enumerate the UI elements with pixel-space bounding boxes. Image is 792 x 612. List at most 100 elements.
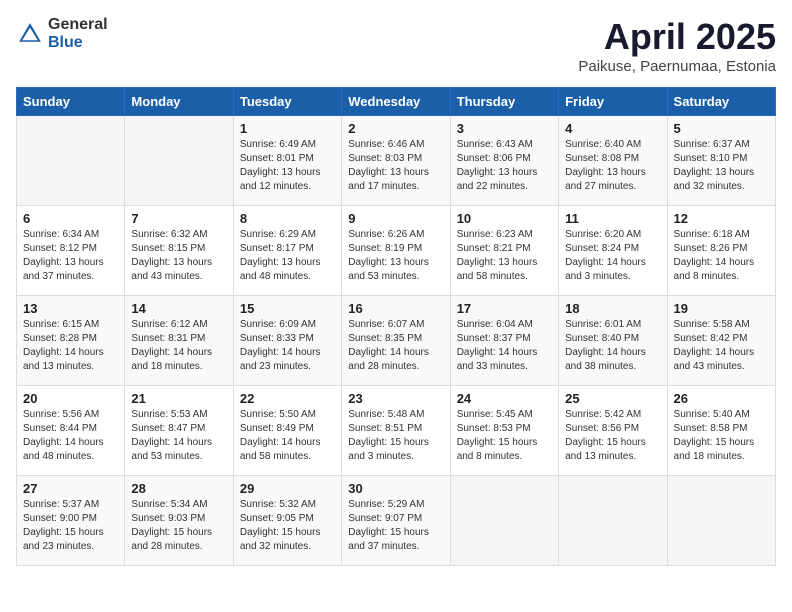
day-number: 27 [23, 481, 118, 496]
day-info: Sunrise: 6:43 AM Sunset: 8:06 PM Dayligh… [457, 138, 552, 194]
calendar-cell: 6 Sunrise: 6:34 AM Sunset: 8:12 PM Daylig… [17, 206, 125, 296]
calendar-cell: 15Sunrise: 6:09 AM Sunset: 8:33 PM Dayli… [233, 296, 341, 386]
day-info: Sunrise: 6:40 AM Sunset: 8:08 PM Dayligh… [565, 138, 660, 194]
day-info: Sunrise: 6:23 AM Sunset: 8:21 PM Dayligh… [457, 228, 552, 284]
calendar-cell [559, 476, 667, 566]
day-number: 13 [23, 301, 118, 316]
day-number: 8 [240, 211, 335, 226]
calendar-cell [125, 116, 233, 206]
day-number: 17 [457, 301, 552, 316]
weekday-header-sunday: Sunday [17, 88, 125, 116]
day-number: 7 [131, 211, 226, 226]
calendar-cell: 21Sunrise: 5:53 AM Sunset: 8:47 PM Dayli… [125, 386, 233, 476]
day-number: 12 [674, 211, 769, 226]
day-info: Sunrise: 5:45 AM Sunset: 8:53 PM Dayligh… [457, 408, 552, 464]
weekday-header-wednesday: Wednesday [342, 88, 450, 116]
day-info: Sunrise: 6:29 AM Sunset: 8:17 PM Dayligh… [240, 228, 335, 284]
day-number: 29 [240, 481, 335, 496]
day-info: Sunrise: 5:29 AM Sunset: 9:07 PM Dayligh… [348, 498, 443, 554]
calendar-cell: 24 Sunrise: 5:45 AM Sunset: 8:53 PM Dayli… [450, 386, 558, 476]
day-number: 6 [23, 211, 118, 226]
calendar-cell: 2 Sunrise: 6:46 AM Sunset: 8:03 PM Daylig… [342, 116, 450, 206]
calendar-cell: 28 Sunrise: 5:34 AM Sunset: 9:03 PM Dayli… [125, 476, 233, 566]
day-number: 20 [23, 391, 118, 406]
calendar-cell [667, 476, 775, 566]
day-number: 11 [565, 211, 660, 226]
calendar-week-row: 20 Sunrise: 5:56 AM Sunset: 8:44 PM Dayli… [17, 386, 776, 476]
day-number: 4 [565, 121, 660, 136]
day-number: 9 [348, 211, 443, 226]
weekday-header-tuesday: Tuesday [233, 88, 341, 116]
calendar-week-row: 1Sunrise: 6:49 AM Sunset: 8:01 PM Daylig… [17, 116, 776, 206]
calendar-cell [450, 476, 558, 566]
day-info: Sunrise: 5:34 AM Sunset: 9:03 PM Dayligh… [131, 498, 226, 554]
day-number: 5 [674, 121, 769, 136]
weekday-header-friday: Friday [559, 88, 667, 116]
calendar-cell: 16Sunrise: 6:07 AM Sunset: 8:35 PM Dayli… [342, 296, 450, 386]
day-number: 14 [131, 301, 226, 316]
day-info: Sunrise: 5:53 AM Sunset: 8:47 PM Dayligh… [131, 408, 226, 464]
logo-icon [16, 20, 44, 48]
day-info: Sunrise: 6:46 AM Sunset: 8:03 PM Dayligh… [348, 138, 443, 194]
calendar-cell: 26 Sunrise: 5:40 AM Sunset: 8:58 PM Dayli… [667, 386, 775, 476]
calendar-cell: 23 Sunrise: 5:48 AM Sunset: 8:51 PM Dayli… [342, 386, 450, 476]
day-number: 10 [457, 211, 552, 226]
day-number: 25 [565, 391, 660, 406]
calendar-cell: 18 Sunrise: 6:01 AM Sunset: 8:40 PM Dayli… [559, 296, 667, 386]
calendar-cell: 27 Sunrise: 5:37 AM Sunset: 9:00 PM Dayli… [17, 476, 125, 566]
day-number: 28 [131, 481, 226, 496]
day-info: Sunrise: 5:50 AM Sunset: 8:49 PM Dayligh… [240, 408, 335, 464]
day-info: Sunrise: 6:12 AM Sunset: 8:31 PM Dayligh… [131, 318, 226, 374]
day-info: Sunrise: 5:58 AM Sunset: 8:42 PM Dayligh… [674, 318, 769, 374]
page-header: General Blue April 2025 Paikuse, Paernum… [16, 16, 776, 75]
day-info: Sunrise: 6:34 AM Sunset: 8:12 PM Dayligh… [23, 228, 118, 284]
calendar-cell: 29Sunrise: 5:32 AM Sunset: 9:05 PM Dayli… [233, 476, 341, 566]
calendar-cell: 10 Sunrise: 6:23 AM Sunset: 8:21 PM Dayli… [450, 206, 558, 296]
day-info: Sunrise: 6:01 AM Sunset: 8:40 PM Dayligh… [565, 318, 660, 374]
weekday-header-row: SundayMondayTuesdayWednesdayThursdayFrid… [17, 88, 776, 116]
calendar-cell: 4 Sunrise: 6:40 AM Sunset: 8:08 PM Daylig… [559, 116, 667, 206]
calendar-cell: 25 Sunrise: 5:42 AM Sunset: 8:56 PM Dayli… [559, 386, 667, 476]
day-number: 23 [348, 391, 443, 406]
day-info: Sunrise: 6:07 AM Sunset: 8:35 PM Dayligh… [348, 318, 443, 374]
day-info: Sunrise: 6:15 AM Sunset: 8:28 PM Dayligh… [23, 318, 118, 374]
month-title: April 2025 [578, 16, 776, 58]
calendar-week-row: 6 Sunrise: 6:34 AM Sunset: 8:12 PM Daylig… [17, 206, 776, 296]
day-info: Sunrise: 6:37 AM Sunset: 8:10 PM Dayligh… [674, 138, 769, 194]
day-number: 2 [348, 121, 443, 136]
day-number: 15 [240, 301, 335, 316]
day-info: Sunrise: 5:40 AM Sunset: 8:58 PM Dayligh… [674, 408, 769, 464]
calendar-week-row: 13 Sunrise: 6:15 AM Sunset: 8:28 PM Dayli… [17, 296, 776, 386]
calendar-cell: 9 Sunrise: 6:26 AM Sunset: 8:19 PM Daylig… [342, 206, 450, 296]
day-info: Sunrise: 6:32 AM Sunset: 8:15 PM Dayligh… [131, 228, 226, 284]
title-block: April 2025 Paikuse, Paernumaa, Estonia [578, 16, 776, 75]
calendar-cell: 22 Sunrise: 5:50 AM Sunset: 8:49 PM Dayli… [233, 386, 341, 476]
day-info: Sunrise: 5:56 AM Sunset: 8:44 PM Dayligh… [23, 408, 118, 464]
day-number: 26 [674, 391, 769, 406]
calendar-cell: 30Sunrise: 5:29 AM Sunset: 9:07 PM Dayli… [342, 476, 450, 566]
day-info: Sunrise: 5:48 AM Sunset: 8:51 PM Dayligh… [348, 408, 443, 464]
calendar-cell: 1Sunrise: 6:49 AM Sunset: 8:01 PM Daylig… [233, 116, 341, 206]
calendar-table: SundayMondayTuesdayWednesdayThursdayFrid… [16, 87, 776, 566]
day-info: Sunrise: 6:04 AM Sunset: 8:37 PM Dayligh… [457, 318, 552, 374]
day-info: Sunrise: 5:42 AM Sunset: 8:56 PM Dayligh… [565, 408, 660, 464]
calendar-week-row: 27 Sunrise: 5:37 AM Sunset: 9:00 PM Dayli… [17, 476, 776, 566]
logo-general-text: General [48, 16, 108, 34]
calendar-cell [17, 116, 125, 206]
day-info: Sunrise: 5:37 AM Sunset: 9:00 PM Dayligh… [23, 498, 118, 554]
day-number: 18 [565, 301, 660, 316]
logo-blue-text: Blue [48, 34, 108, 52]
weekday-header-saturday: Saturday [667, 88, 775, 116]
calendar-cell: 8 Sunrise: 6:29 AM Sunset: 8:17 PM Daylig… [233, 206, 341, 296]
calendar-cell: 3 Sunrise: 6:43 AM Sunset: 8:06 PM Daylig… [450, 116, 558, 206]
calendar-cell: 7 Sunrise: 6:32 AM Sunset: 8:15 PM Daylig… [125, 206, 233, 296]
day-info: Sunrise: 6:26 AM Sunset: 8:19 PM Dayligh… [348, 228, 443, 284]
day-number: 3 [457, 121, 552, 136]
location-subtitle: Paikuse, Paernumaa, Estonia [578, 58, 776, 75]
day-number: 24 [457, 391, 552, 406]
logo: General Blue [16, 16, 108, 51]
calendar-cell: 14 Sunrise: 6:12 AM Sunset: 8:31 PM Dayli… [125, 296, 233, 386]
calendar-cell: 20 Sunrise: 5:56 AM Sunset: 8:44 PM Dayli… [17, 386, 125, 476]
day-info: Sunrise: 6:20 AM Sunset: 8:24 PM Dayligh… [565, 228, 660, 284]
day-number: 22 [240, 391, 335, 406]
